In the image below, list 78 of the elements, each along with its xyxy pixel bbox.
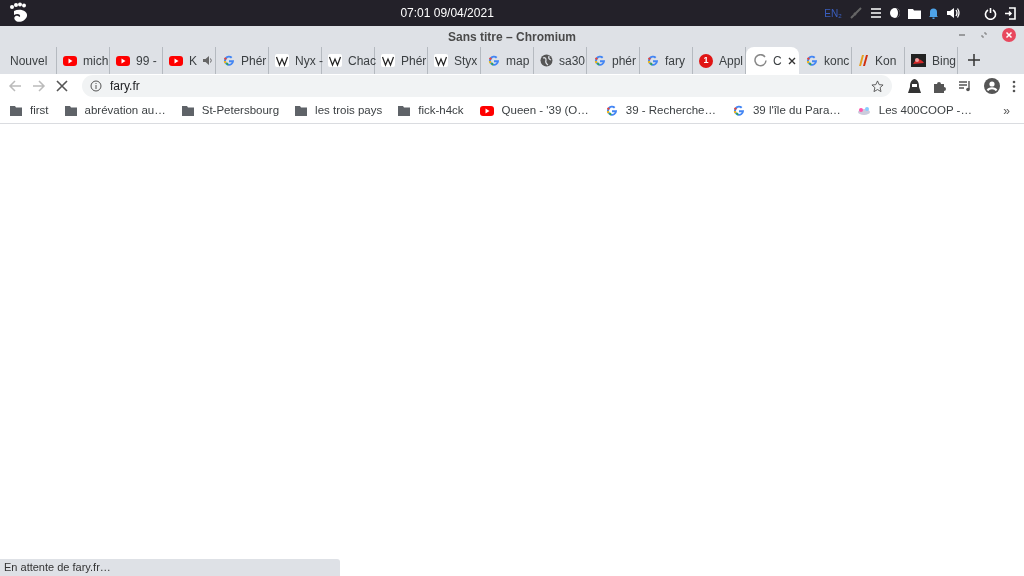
- g-letter-icon: [731, 104, 745, 117]
- folder-icon: [181, 105, 194, 116]
- bookmark-item[interactable]: Queen - '39 (O…: [479, 101, 589, 120]
- bookmark-item[interactable]: Les 400COOP -…: [856, 101, 972, 120]
- moon-icon[interactable]: [889, 7, 901, 19]
- stop-loading-icon[interactable]: [56, 80, 68, 92]
- tab-title: sa30: [559, 52, 586, 70]
- window-title: Sans titre – Chromium: [448, 28, 576, 46]
- g-letter-icon: [646, 54, 659, 67]
- more-options-icon[interactable]: [1012, 79, 1016, 93]
- more-bookmarks-chevron[interactable]: »: [1003, 101, 1014, 120]
- g-letter-icon: [604, 104, 618, 117]
- folder-icon: [295, 105, 308, 116]
- sparkle-cloud-icon: [856, 105, 871, 116]
- w-letter-icon: [434, 54, 448, 67]
- account-icon[interactable]: [984, 78, 1000, 94]
- tab-title: Bing: [932, 52, 957, 70]
- g-letter-icon: [805, 54, 818, 67]
- bookmark-item[interactable]: 39 - Recherche…: [604, 101, 716, 120]
- tab-title: Nyx -: [295, 52, 323, 70]
- tab-title: Appl: [719, 52, 744, 70]
- tab-title: Kon: [875, 52, 897, 70]
- tab-title: K: [189, 52, 197, 70]
- striped-logo-icon: [858, 54, 869, 67]
- clock-text[interactable]: 07:01 09/04/2021: [360, 4, 494, 22]
- video-play-icon: [169, 54, 183, 67]
- close-icon[interactable]: [1002, 28, 1016, 42]
- bookmark-item[interactable]: les trois pays: [295, 101, 383, 120]
- w-letter-icon: [381, 54, 395, 67]
- menu-icon[interactable]: [870, 7, 882, 19]
- g-letter-icon: [593, 54, 606, 67]
- bookmark-item[interactable]: fick-h4ck: [398, 101, 464, 120]
- g-letter-icon: [487, 54, 500, 67]
- video-play-icon: [116, 54, 130, 67]
- w-letter-icon: [275, 54, 289, 67]
- bookmark-item[interactable]: first: [10, 101, 49, 120]
- star-icon[interactable]: [871, 79, 884, 93]
- tab-title: phér: [612, 52, 637, 70]
- status-text: En attente de fary.fr…: [4, 560, 111, 576]
- tab-title: Phér: [241, 52, 267, 70]
- bookmark-item[interactable]: abrévation au…: [64, 101, 166, 120]
- puzzle-icon[interactable]: [933, 79, 946, 93]
- new-tab-plus-icon[interactable]: [968, 54, 980, 66]
- bookmark-item[interactable]: St-Petersbourg: [181, 101, 280, 120]
- folder-icon: [10, 105, 22, 116]
- folder-icon[interactable]: [908, 7, 921, 19]
- tab-title: Phér: [401, 52, 427, 70]
- speaker-icon[interactable]: [946, 7, 960, 19]
- bookmark-item[interactable]: 39 l'île du Para…: [731, 101, 841, 120]
- tab-title: Styx: [454, 52, 478, 70]
- loading-spinner-icon: [754, 54, 767, 67]
- tab-title: map: [506, 52, 530, 70]
- video-play-icon: [63, 54, 77, 67]
- tab-title: fary: [665, 52, 685, 70]
- logout-icon[interactable]: [1004, 6, 1016, 20]
- hooded-figure-icon[interactable]: [908, 79, 921, 93]
- tab-title: konc: [824, 52, 850, 70]
- g-letter-icon: [222, 54, 235, 67]
- notification-count-badge: 1: [699, 53, 713, 68]
- w-letter-icon: [328, 54, 342, 67]
- playlist-icon[interactable]: [958, 80, 972, 92]
- folder-icon: [64, 105, 77, 116]
- video-play-icon: [479, 104, 494, 117]
- folder-icon: [398, 105, 411, 116]
- tab-title: Nouvel: [10, 52, 48, 70]
- image-thumbnail-icon: [911, 54, 926, 67]
- address-bar[interactable]: fary.fr: [82, 75, 892, 97]
- globe-icon: [540, 54, 553, 67]
- info-icon[interactable]: [90, 80, 102, 92]
- tab-title: C: [773, 52, 782, 70]
- close-icon: [787, 56, 796, 65]
- tab-title: Chac: [348, 52, 376, 70]
- tab-title: mich: [83, 52, 109, 70]
- foot-logo-icon[interactable]: [8, 2, 30, 24]
- power-icon[interactable]: [984, 6, 997, 20]
- browser-tab[interactable]: C: [746, 47, 799, 74]
- tab-title: 99 -: [136, 52, 157, 70]
- bell-icon[interactable]: [928, 7, 939, 19]
